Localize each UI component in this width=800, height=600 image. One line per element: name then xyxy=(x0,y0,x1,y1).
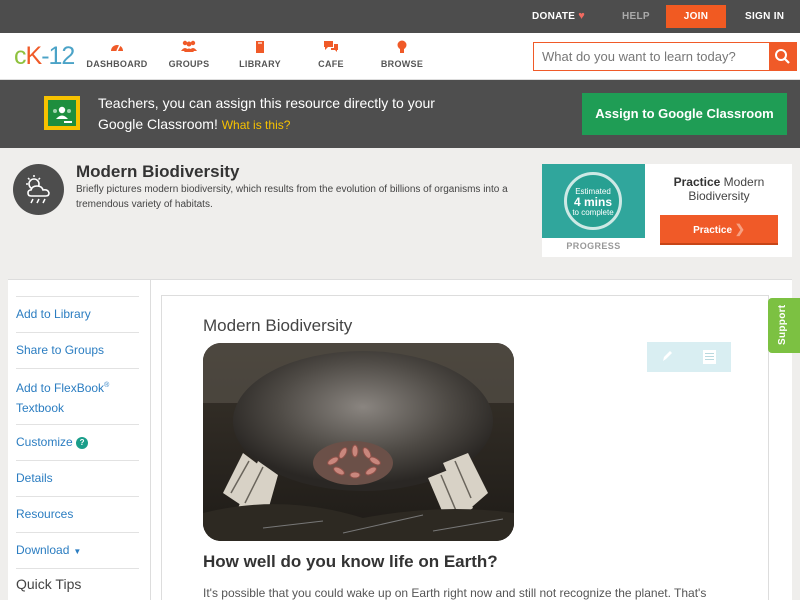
logo-c: c xyxy=(14,42,26,70)
sidebar-add-to-flexbook[interactable]: Add to FlexBook® Textbook xyxy=(16,368,139,424)
sidebar-details[interactable]: Details xyxy=(16,460,139,496)
nav-cafe-label: CAFE xyxy=(318,59,344,69)
nav-library-label: LIBRARY xyxy=(239,59,281,69)
notes-icon[interactable] xyxy=(703,350,716,364)
practice-button-label: Practice xyxy=(693,225,733,236)
sidebar-resources[interactable]: Resources xyxy=(16,496,139,532)
content-title: Modern Biodiversity xyxy=(203,316,353,335)
banner-message: Teachers, you can assign this resource d… xyxy=(98,93,448,136)
lightbulb-icon xyxy=(367,40,437,56)
progress-label: PROGRESS xyxy=(566,241,621,251)
progress-graphic: Estimated 4 mins to complete xyxy=(542,164,645,238)
practice-card: Estimated 4 mins to complete PROGRESS Pr… xyxy=(542,164,792,257)
estimated-time-badge: Estimated 4 mins to complete xyxy=(564,172,622,230)
search-input[interactable] xyxy=(534,43,770,70)
registered-mark: ® xyxy=(104,382,110,389)
help-question-icon[interactable]: ? xyxy=(76,437,89,449)
to-complete-label: to complete xyxy=(572,208,614,217)
sidebar: Add to Library Share to Groups Add to Fl… xyxy=(8,280,151,600)
nav-groups-label: GROUPS xyxy=(168,59,210,69)
google-classroom-icon xyxy=(44,96,80,130)
join-button[interactable]: JOIN xyxy=(666,5,726,28)
assign-google-classroom-button[interactable]: Assign to Google Classroom xyxy=(582,93,787,135)
main-nav: cK-12 DASHBOARD GROUPS LIBRARY CAFE BROW… xyxy=(0,33,800,80)
nav-groups[interactable]: GROUPS xyxy=(154,40,224,69)
content-paragraph: It's possible that you could wake up on … xyxy=(203,586,707,600)
nav-browse-label: BROWSE xyxy=(380,59,424,69)
estimated-mins: 4 mins xyxy=(573,195,612,209)
groups-icon xyxy=(154,40,224,56)
content-heading: How well do you know life on Earth? xyxy=(203,552,498,571)
cafe-chat-icon xyxy=(296,40,366,56)
caret-down-icon: ▼ xyxy=(73,547,82,556)
nav-dashboard-label: DASHBOARD xyxy=(86,59,148,69)
chevron-right-icon: ❯ xyxy=(734,222,745,236)
support-label: Support xyxy=(777,304,788,345)
sidebar-quick-tips[interactable]: Quick Tips xyxy=(16,568,139,600)
search-box xyxy=(533,42,797,71)
nav-browse[interactable]: BROWSE xyxy=(367,40,437,69)
help-link[interactable]: HELP xyxy=(622,0,650,33)
concept-title: Modern Biodiversity xyxy=(76,162,240,181)
google-classroom-banner: Teachers, you can assign this resource d… xyxy=(0,80,800,148)
sidebar-add-to-library[interactable]: Add to Library xyxy=(16,296,139,332)
nav-dashboard[interactable]: DASHBOARD xyxy=(82,40,152,69)
ck12-logo[interactable]: cK-12 xyxy=(14,42,75,70)
sidebar-download[interactable]: Download ▼ xyxy=(16,532,139,568)
search-button[interactable] xyxy=(769,43,796,70)
concept-description: Briefly pictures modern biodiversity, wh… xyxy=(76,184,508,210)
weather-cloud-icon xyxy=(13,164,64,215)
search-icon xyxy=(775,49,790,64)
practice-label: Practice Modern Biodiversity xyxy=(655,175,783,203)
textbook-label: Textbook xyxy=(16,401,65,415)
nav-cafe[interactable]: CAFE xyxy=(296,40,366,69)
star-nosed-mole-image xyxy=(203,343,514,541)
sidebar-customize[interactable]: Customize ? xyxy=(16,424,139,460)
what-is-this-link[interactable]: What is this? xyxy=(222,118,291,132)
content-tools xyxy=(647,342,731,372)
content-panel: Modern Biodiversity How well do you know… xyxy=(161,295,769,600)
support-tab[interactable]: Support xyxy=(768,298,800,353)
sign-in-link[interactable]: SIGN IN xyxy=(745,0,784,33)
practice-button[interactable]: Practice ❯ xyxy=(660,215,778,245)
donate-label: DONATE xyxy=(532,11,576,22)
logo-k: K xyxy=(25,42,43,70)
nav-library[interactable]: LIBRARY xyxy=(225,40,295,69)
logo-number: -12 xyxy=(41,42,75,70)
heart-icon: ♥ xyxy=(578,10,586,22)
top-bar: DONATE ♥ HELP JOIN SIGN IN xyxy=(0,0,800,33)
practice-label-bold: Practice xyxy=(673,175,721,189)
download-label: Download xyxy=(16,543,70,557)
sidebar-share-to-groups[interactable]: Share to Groups xyxy=(16,332,139,368)
customize-label: Customize xyxy=(16,435,73,449)
donate-link[interactable]: DONATE ♥ xyxy=(532,0,585,33)
dashboard-icon xyxy=(82,40,152,56)
library-icon xyxy=(225,40,295,56)
flexbook-label: Add to FlexBook xyxy=(16,381,105,395)
pencil-icon[interactable] xyxy=(659,348,675,364)
